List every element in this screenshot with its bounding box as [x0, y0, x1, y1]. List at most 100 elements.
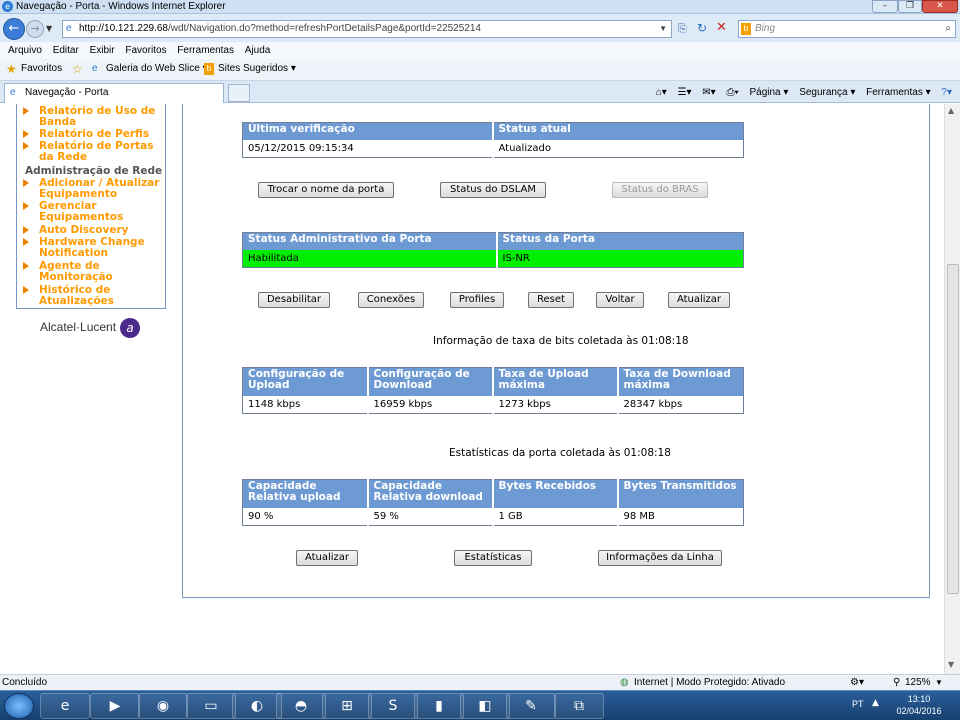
suggested-sites-link[interactable]: Sites Sugeridos ▾ — [218, 63, 296, 74]
address-dropdown-icon[interactable]: ▼ — [659, 21, 667, 37]
taskbar-notes-icon[interactable]: ◧ — [460, 693, 510, 719]
cell-status-porta: IS-NR — [496, 249, 744, 267]
taskbar-remote-icon[interactable]: ⧉ — [554, 693, 604, 719]
mail-icon[interactable]: ✉▾ — [702, 87, 715, 98]
stop-icon[interactable]: ✕ — [716, 20, 727, 35]
sidebar-item-historico-atualizacoes[interactable]: Histórico de Atualizações — [23, 285, 165, 307]
table-row: 1148 kbps 16959 kbps 1273 kbps 28347 kbp… — [242, 395, 744, 413]
protected-mode-icon[interactable]: ⚙▾ — [850, 675, 864, 690]
page-menu[interactable]: Página ▾ — [749, 87, 788, 98]
bing-logo-icon: b — [741, 23, 751, 35]
line-info-button[interactable]: Informações da Linha — [598, 550, 722, 566]
menu-item-exibir[interactable]: Exibir — [90, 45, 115, 56]
taskbar-app-icon[interactable]: ◐ — [232, 693, 282, 719]
clock-date: 02/04/2016 — [896, 706, 942, 716]
back-button[interactable]: Voltar — [596, 292, 644, 308]
sidebar-item-auto-discovery[interactable]: Auto Discovery — [23, 225, 128, 236]
add-favorite-icon[interactable]: ☆ — [72, 62, 83, 76]
sidebar-item-relatorio-uso-banda[interactable]: Relatório de Uso de Banda — [23, 106, 165, 128]
system-clock[interactable]: 13:10 02/04/2016 — [894, 693, 944, 717]
col-header-ultima-verificacao: Última verificação — [242, 122, 494, 140]
bullet-arrow-icon — [23, 262, 29, 270]
refresh-button[interactable]: Atualizar — [668, 292, 730, 308]
zoom-level[interactable]: 125% — [905, 675, 931, 690]
taskbar-network-icon[interactable]: ⊞ — [322, 693, 372, 719]
cell-bytes-transmitidos: 98 MB — [623, 510, 655, 522]
reset-button[interactable]: Reset — [528, 292, 574, 308]
taskbar-skype-icon[interactable]: S — [368, 693, 418, 719]
sidebar-item-adicionar-equipamento[interactable]: Adicionar / Atualizar Equipamento — [23, 178, 165, 200]
sidebar-section-admin: Administração de Rede — [25, 165, 163, 177]
col-header-bytes-transmitidos: Bytes Transmitidos — [617, 479, 744, 508]
taskbar-ie-icon[interactable]: e — [40, 693, 90, 719]
scrollbar-thumb[interactable] — [947, 264, 959, 594]
taskbar-cmd-icon[interactable]: ▮ — [414, 693, 464, 719]
feeds-icon[interactable]: ☰▾ — [678, 87, 692, 98]
internet-zone-icon: ◍ — [620, 677, 629, 688]
taskbar-explorer-icon[interactable]: ▭ — [186, 693, 236, 719]
bullet-arrow-icon — [23, 107, 29, 115]
scroll-up-icon[interactable]: ▲ — [948, 106, 954, 115]
sidebar-item-relatorio-perfis[interactable]: Relatório de Perfis — [23, 129, 149, 140]
rename-port-button[interactable]: Trocar o nome da porta — [258, 182, 394, 198]
disable-button[interactable]: Desabilitar — [258, 292, 330, 308]
url-path: /wdt/Navigation.do?method=refreshPortDet… — [167, 23, 481, 34]
command-bar: ⌂▾ ☰▾ ✉▾ ⎙▾ Página ▾ Segurança ▾ Ferrame… — [648, 84, 952, 102]
security-menu[interactable]: Segurança ▾ — [799, 87, 855, 98]
cell-config-upload: 1148 kbps — [242, 395, 369, 413]
tab-navegacao-porta[interactable]: e Navegação - Porta — [4, 83, 224, 103]
zoom-dropdown-icon[interactable]: ▼ — [935, 675, 943, 690]
vertical-scrollbar[interactable]: ▲ ▼ — [944, 104, 960, 674]
tab-title: Navegação - Porta — [25, 87, 109, 98]
connections-button[interactable]: Conexões — [358, 292, 424, 308]
menu-item-ferramentas[interactable]: Ferramentas — [177, 45, 234, 56]
update-stats-button[interactable]: Atualizar — [296, 550, 358, 566]
menu-item-ajuda[interactable]: Ajuda — [245, 45, 271, 56]
tools-menu[interactable]: Ferramentas ▾ — [866, 87, 930, 98]
menu-item-arquivo[interactable]: Arquivo — [8, 45, 42, 56]
search-input[interactable]: b Bing ⌕ — [738, 20, 956, 38]
sidebar-item-gerenciar-equipamentos[interactable]: Gerenciar Equipamentos — [23, 201, 165, 223]
address-bar[interactable]: e http://10.121.229.68/wdt/Navigation.do… — [62, 20, 672, 38]
minimize-icon[interactable]: – — [872, 0, 898, 13]
search-icon[interactable]: ⌕ — [945, 21, 951, 37]
cell-ultima-verificacao: 05/12/2015 09:15:34 — [242, 139, 494, 157]
dslam-status-button[interactable]: Status do DSLAM — [440, 182, 546, 198]
start-button[interactable] — [4, 693, 34, 719]
home-icon[interactable]: ⌂▾ — [656, 87, 667, 98]
tray-arrow-icon[interactable]: ▲ — [872, 698, 879, 708]
statistics-button[interactable]: Estatísticas — [454, 550, 532, 566]
profiles-button[interactable]: Profiles — [450, 292, 504, 308]
sidebar-item-agente-monitoracao[interactable]: Agente de Monitoração — [23, 261, 165, 283]
close-window-icon[interactable]: ✕ — [922, 0, 958, 13]
bullet-arrow-icon — [23, 142, 29, 150]
scroll-down-icon[interactable]: ▼ — [948, 660, 954, 669]
bras-status-button[interactable]: Status do BRAS — [612, 182, 708, 198]
taskbar-chrome-icon[interactable]: ◉ — [138, 693, 188, 719]
table-row: 05/12/2015 09:15:34 Atualizado — [242, 139, 744, 157]
maximize-icon[interactable]: ❐ — [898, 0, 922, 13]
bullet-arrow-icon — [23, 202, 29, 210]
back-icon[interactable]: ← — [3, 18, 25, 40]
language-indicator[interactable]: PT — [852, 699, 864, 709]
menu-item-favoritos[interactable]: Favoritos — [125, 45, 166, 56]
web-slice-gallery-link[interactable]: Galeria do Web Slice ▾ — [106, 63, 208, 74]
taskbar-firefox-icon[interactable]: ◓ — [276, 693, 326, 719]
taskbar-media-icon[interactable]: ▶ — [90, 693, 140, 719]
recent-pages-chevron-icon[interactable]: ▼ — [46, 24, 52, 33]
favorites-button[interactable]: Favoritos — [21, 63, 62, 74]
compatibility-view-icon[interactable]: ⎘ — [678, 22, 687, 36]
menu-item-editar[interactable]: Editar — [53, 45, 79, 56]
print-icon[interactable]: ⎙▾ — [726, 87, 738, 98]
refresh-icon[interactable]: ↻ — [697, 21, 707, 35]
sidebar-item-relatorio-portas[interactable]: Relatório de Portas da Rede — [23, 141, 165, 163]
taskbar-paint-icon[interactable]: ✎ — [506, 693, 556, 719]
col-header-config-upload: Configuração de Upload — [242, 367, 369, 396]
zoom-icon: ⚲ — [893, 677, 901, 688]
new-tab-button[interactable] — [228, 84, 250, 102]
cell-status-atual: Atualizado — [498, 142, 551, 154]
sidebar-item-hardware-change[interactable]: Hardware Change Notification — [23, 237, 165, 259]
forward-icon[interactable]: → — [26, 20, 44, 38]
help-icon[interactable]: ?▾ — [941, 87, 952, 98]
bitrate-caption: Informação de taxa de bits coletada às 0… — [433, 335, 689, 347]
